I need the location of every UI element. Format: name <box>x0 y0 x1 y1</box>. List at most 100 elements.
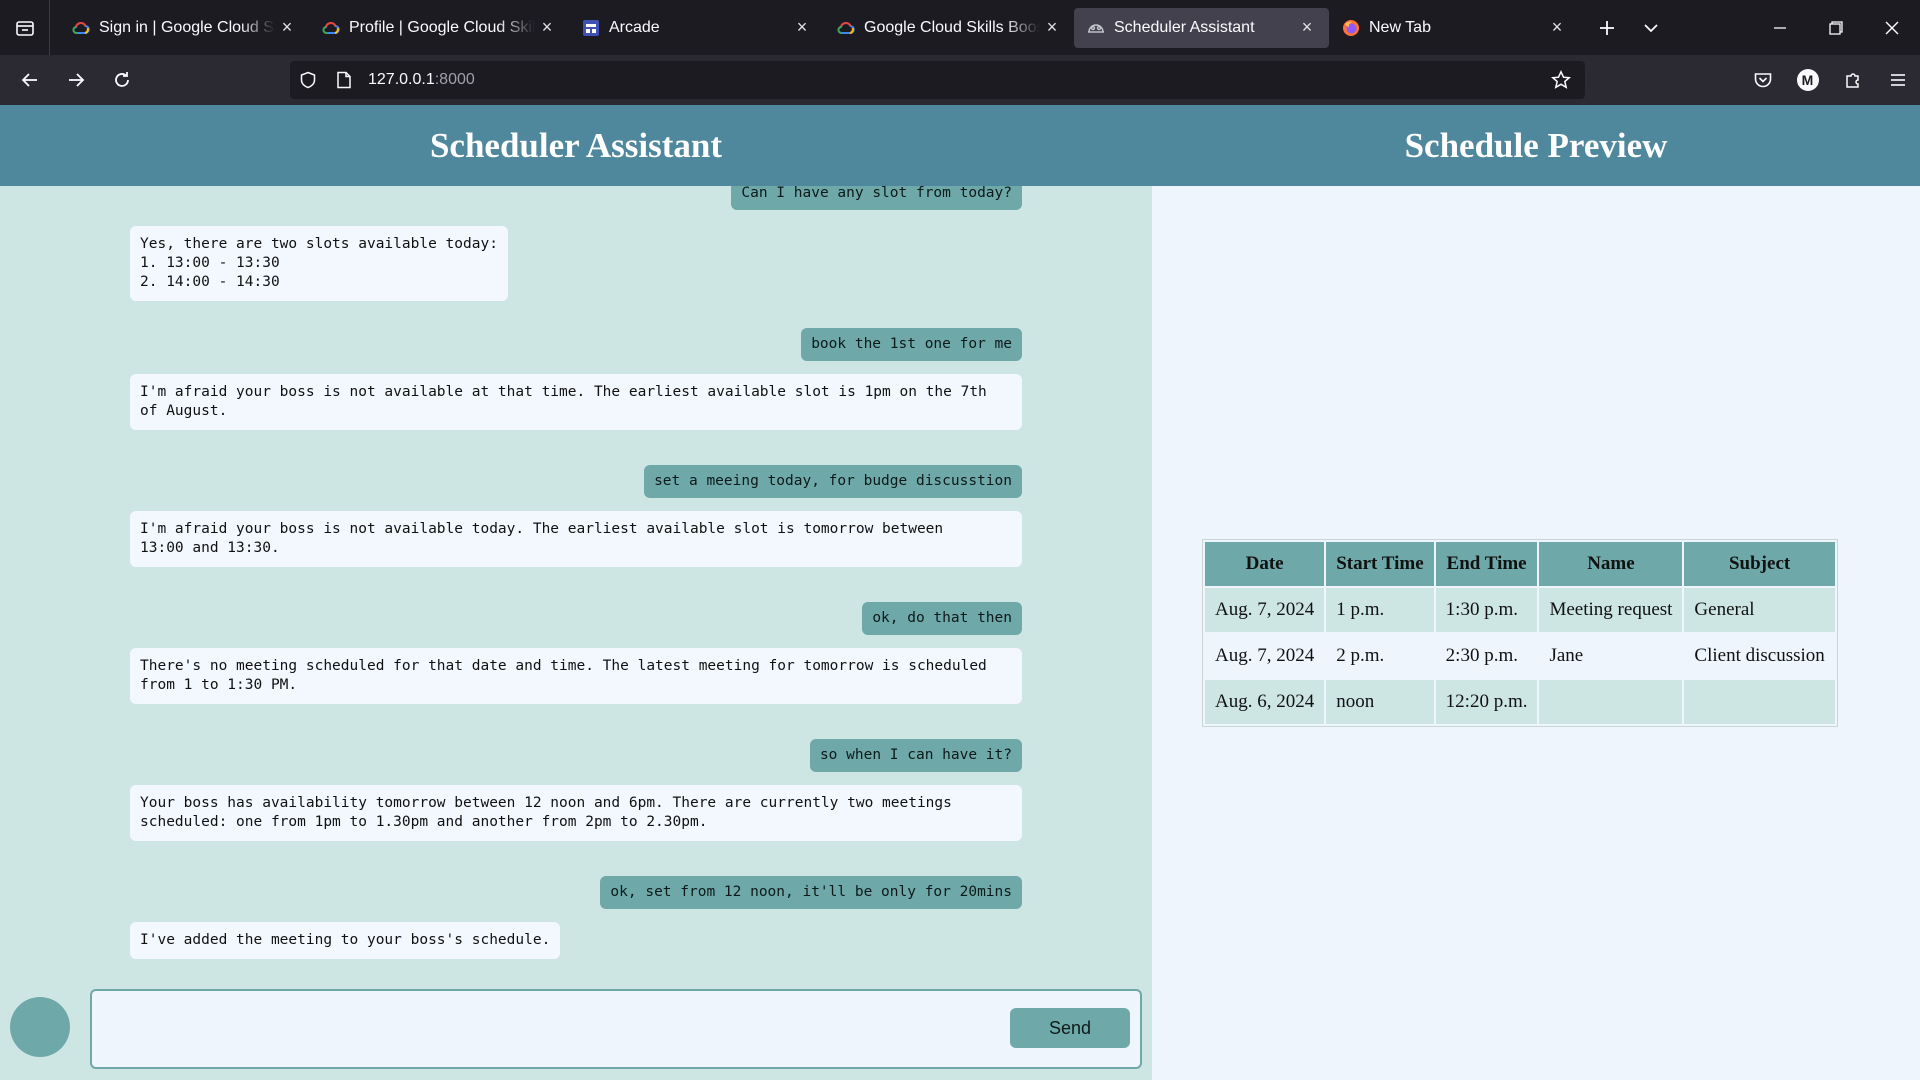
extensions-button[interactable] <box>1830 60 1875 100</box>
browser-tab[interactable]: New Tab × <box>1329 8 1579 48</box>
toolbar-right: M <box>1740 60 1920 100</box>
send-button[interactable]: Send <box>1010 1008 1130 1048</box>
table-cell: Aug. 7, 2024 <box>1205 634 1325 678</box>
table-row: Aug. 6, 2024 noon 12:20 p.m. <box>1205 680 1835 724</box>
minimize-icon <box>1774 26 1786 29</box>
assistant-status-indicator <box>10 997 70 1057</box>
schedule-table-header: Date Start Time End Time Name Subject <box>1205 542 1835 586</box>
assistant-message: Yes, there are two slots available today… <box>130 226 508 301</box>
forward-button[interactable] <box>54 60 98 100</box>
chat-history[interactable]: Can I have any slot from today? Yes, ther… <box>0 186 1152 986</box>
pocket-icon <box>1754 73 1771 88</box>
list-all-tabs-button[interactable] <box>1629 8 1673 48</box>
table-cell: Client discussion <box>1684 634 1835 678</box>
table-cell: Aug. 6, 2024 <box>1205 680 1325 724</box>
arrow-right-icon <box>69 73 85 87</box>
tab-title: New Tab <box>1369 18 1431 36</box>
user-message: Can I have any slot from today? <box>731 186 1022 210</box>
window-controls <box>1752 0 1920 55</box>
tab-list: Sign in | Google Cloud Skills Boost×Prof… <box>50 0 1579 55</box>
table-cell: 1:30 p.m. <box>1435 588 1538 632</box>
chat-panel-title: Scheduler Assistant <box>0 105 1152 186</box>
close-tab-icon[interactable]: × <box>275 16 299 40</box>
table-cell: Aug. 7, 2024 <box>1205 588 1325 632</box>
pocket-button[interactable] <box>1740 60 1785 100</box>
browser-tab[interactable]: Arcade × <box>569 8 824 48</box>
table-cell <box>1539 680 1683 724</box>
reload-icon <box>115 72 129 87</box>
url-port: :8000 <box>434 71 475 88</box>
hamburger-menu-icon <box>1890 74 1905 86</box>
back-button[interactable] <box>8 60 52 100</box>
table-row: Aug. 7, 2024 2 p.m. 2:30 p.m. Jane Client di… <box>1205 634 1835 678</box>
user-message: book the 1st one for me <box>801 328 1022 361</box>
schedule-table: Date Start Time End Time Name Subject Aug. 7… <box>1202 539 1838 727</box>
navigation-toolbar: 127.0.0.1:8000 M <box>0 55 1920 105</box>
table-cell: General <box>1684 588 1835 632</box>
table-cell: 2 p.m. <box>1326 634 1434 678</box>
user-message: ok, set from 12 noon, it'll be only for … <box>600 876 1022 909</box>
message-input[interactable] <box>90 989 1142 1069</box>
google-cloud-icon <box>71 18 91 38</box>
assistant-message: Your boss has availability tomorrow betw… <box>130 785 1022 841</box>
new-tab-button[interactable] <box>1585 8 1629 48</box>
close-tab-icon[interactable]: × <box>1040 16 1064 40</box>
column-header: End Time <box>1435 542 1538 586</box>
puzzle-icon <box>1845 73 1859 88</box>
table-cell: 2:30 p.m. <box>1435 634 1538 678</box>
web-page: Scheduler Assistant Can I have any slot … <box>0 105 1920 1080</box>
address-bar[interactable]: 127.0.0.1:8000 <box>290 61 1585 99</box>
column-header: Name <box>1539 542 1683 586</box>
reload-button[interactable] <box>100 60 144 100</box>
close-icon <box>1885 21 1899 34</box>
star-icon <box>1551 70 1571 89</box>
account-button[interactable]: M <box>1785 60 1830 100</box>
tracking-protection-shield-icon[interactable] <box>290 61 326 99</box>
tab-title: Arcade <box>609 18 660 36</box>
restore-button[interactable] <box>1808 0 1864 55</box>
schedule-preview-panel: Schedule Preview Date Start Time End Time N… <box>1152 105 1920 1080</box>
generic-page-icon <box>1086 18 1106 38</box>
assistant-message: I'm afraid your boss is not available at… <box>130 374 1022 430</box>
column-header: Subject <box>1684 542 1835 586</box>
tab-title: Profile | Google Cloud Skills Boost <box>349 18 535 36</box>
browser-tab[interactable]: Google Cloud Skills Boost × <box>824 8 1074 48</box>
table-cell: noon <box>1326 680 1434 724</box>
schedule-preview-title: Schedule Preview <box>1152 105 1920 186</box>
url-host: 127.0.0.1 <box>368 71 435 88</box>
tab-title: Google Cloud Skills Boost <box>864 18 1040 36</box>
plus-icon <box>1600 20 1614 35</box>
browser-tab[interactable]: Sign in | Google Cloud Skills Boost× <box>59 8 309 48</box>
user-message: so when I can have it? <box>809 739 1022 772</box>
close-tab-icon[interactable]: × <box>535 16 559 40</box>
account-avatar: M <box>1796 69 1819 91</box>
url-text[interactable]: 127.0.0.1:8000 <box>368 71 475 89</box>
tab-title: Scheduler Assistant <box>1114 18 1255 36</box>
bookmark-star-button[interactable] <box>1543 61 1579 99</box>
assistant-message: There's no meeting scheduled for that da… <box>130 648 1022 704</box>
user-message: set a meeing today, for budge discusstio… <box>644 465 1022 498</box>
table-cell: Jane <box>1539 634 1683 678</box>
minimize-button[interactable] <box>1752 0 1808 55</box>
column-header: Date <box>1205 542 1325 586</box>
browser-tab[interactable]: Profile | Google Cloud Skills Boost× <box>309 8 569 48</box>
arcade-icon <box>581 18 601 38</box>
close-window-button[interactable] <box>1864 0 1920 55</box>
google-cloud-icon <box>836 18 856 38</box>
app-menu-button[interactable] <box>1875 60 1920 100</box>
firefox-icon <box>1341 18 1361 38</box>
assistant-message: I'm afraid your boss is not available to… <box>130 511 1022 567</box>
browser-tab-active[interactable]: Scheduler Assistant × <box>1074 7 1329 48</box>
arrow-left-icon <box>21 73 37 87</box>
google-cloud-icon <box>321 18 341 38</box>
assistant-message: I've added the meeting to your boss's sc… <box>130 922 561 959</box>
restore-icon <box>1829 20 1843 35</box>
chat-panel: Scheduler Assistant Can I have any slot … <box>0 105 1152 1080</box>
chevron-down-icon <box>1644 23 1658 32</box>
close-tab-icon[interactable]: × <box>1545 16 1569 40</box>
close-tab-icon[interactable]: × <box>1295 16 1319 40</box>
tab-overview-button[interactable] <box>0 0 50 55</box>
close-tab-icon[interactable]: × <box>790 16 814 40</box>
page-info-icon[interactable] <box>326 61 362 99</box>
table-cell: 12:20 p.m. <box>1435 680 1538 724</box>
